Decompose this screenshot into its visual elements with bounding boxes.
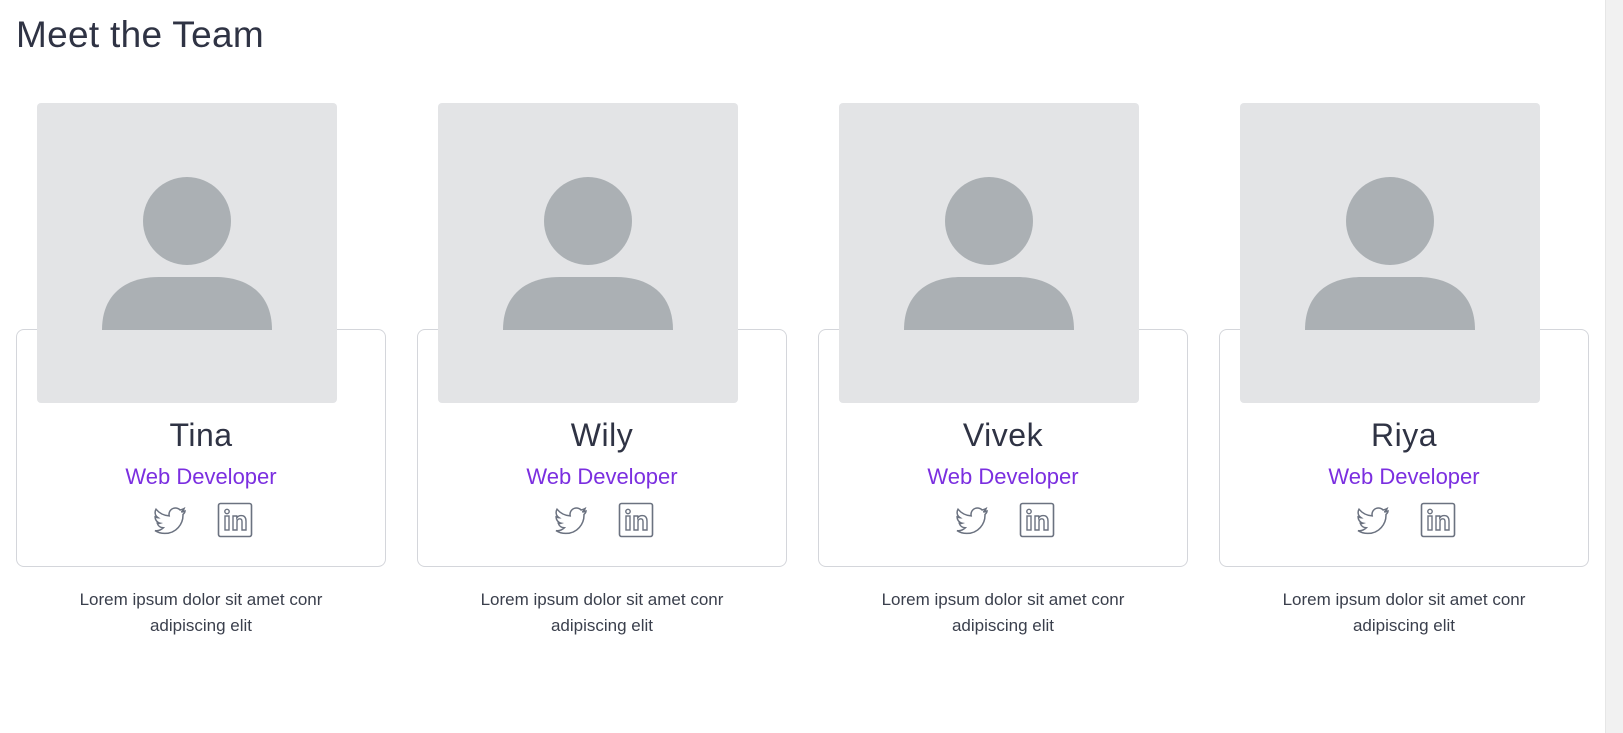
member-photo	[839, 103, 1139, 403]
bio-line: adipiscing elit	[951, 616, 1055, 635]
twitter-link[interactable]	[554, 502, 590, 538]
social-links	[16, 502, 388, 538]
member-photo	[438, 103, 738, 403]
bio-line: Lorem ipsum dolor sit amet conr	[480, 590, 724, 609]
member-role: Web Developer	[125, 464, 277, 489]
member-bio: Lorem ipsum dolor sit amet conr adipisci…	[1219, 587, 1589, 639]
member-role: Web Developer	[1328, 464, 1480, 489]
member-bio: Lorem ipsum dolor sit amet conr adipisci…	[417, 587, 787, 639]
team-member-card: Wily Web Developer Lorem ipsum dolor sit…	[417, 0, 787, 733]
member-name: Wily	[570, 417, 634, 453]
twitter-icon	[1357, 506, 1389, 535]
team-member-card: Vivek Web Developer Lorem ipsum dolor si…	[818, 0, 1188, 733]
bio-line: adipiscing elit	[550, 616, 654, 635]
member-name: Vivek	[962, 417, 1044, 453]
member-bio: Lorem ipsum dolor sit amet conr adipisci…	[818, 587, 1188, 639]
linkedin-link[interactable]	[618, 502, 654, 538]
team-grid: Tina Web Developer Lorem ipsum dolor sit…	[0, 0, 1600, 733]
user-placeholder-icon	[102, 177, 272, 330]
member-role: Web Developer	[526, 464, 678, 489]
member-bio: Lorem ipsum dolor sit amet conr adipisci…	[16, 587, 386, 639]
twitter-icon	[154, 506, 186, 535]
member-name: Tina	[169, 417, 233, 453]
team-member-card: Riya Web Developer Lorem ipsum dolor sit…	[1219, 0, 1589, 733]
linkedin-icon	[618, 502, 654, 538]
linkedin-link[interactable]	[217, 502, 253, 538]
bio-line: adipiscing elit	[149, 616, 253, 635]
twitter-icon	[555, 506, 587, 535]
team-member-card: Tina Web Developer Lorem ipsum dolor sit…	[16, 0, 386, 733]
social-links	[818, 502, 1190, 538]
bio-line: Lorem ipsum dolor sit amet conr	[881, 590, 1125, 609]
linkedin-icon	[217, 502, 253, 538]
linkedin-icon	[1019, 502, 1055, 538]
linkedin-icon	[1420, 502, 1456, 538]
linkedin-link[interactable]	[1420, 502, 1456, 538]
member-photo	[1240, 103, 1540, 403]
user-placeholder-icon	[1305, 177, 1475, 330]
member-role: Web Developer	[927, 464, 1079, 489]
linkedin-link[interactable]	[1019, 502, 1055, 538]
bio-line: adipiscing elit	[1352, 616, 1456, 635]
user-placeholder-icon	[503, 177, 673, 330]
twitter-icon	[956, 506, 988, 535]
twitter-link[interactable]	[955, 502, 991, 538]
social-links	[417, 502, 789, 538]
social-links	[1219, 502, 1591, 538]
twitter-link[interactable]	[153, 502, 189, 538]
user-placeholder-icon	[904, 177, 1074, 330]
vertical-scrollbar[interactable]	[1605, 0, 1623, 733]
member-photo	[37, 103, 337, 403]
bio-line: Lorem ipsum dolor sit amet conr	[1282, 590, 1526, 609]
bio-line: Lorem ipsum dolor sit amet conr	[79, 590, 323, 609]
member-name: Riya	[1370, 417, 1437, 453]
twitter-link[interactable]	[1356, 502, 1392, 538]
